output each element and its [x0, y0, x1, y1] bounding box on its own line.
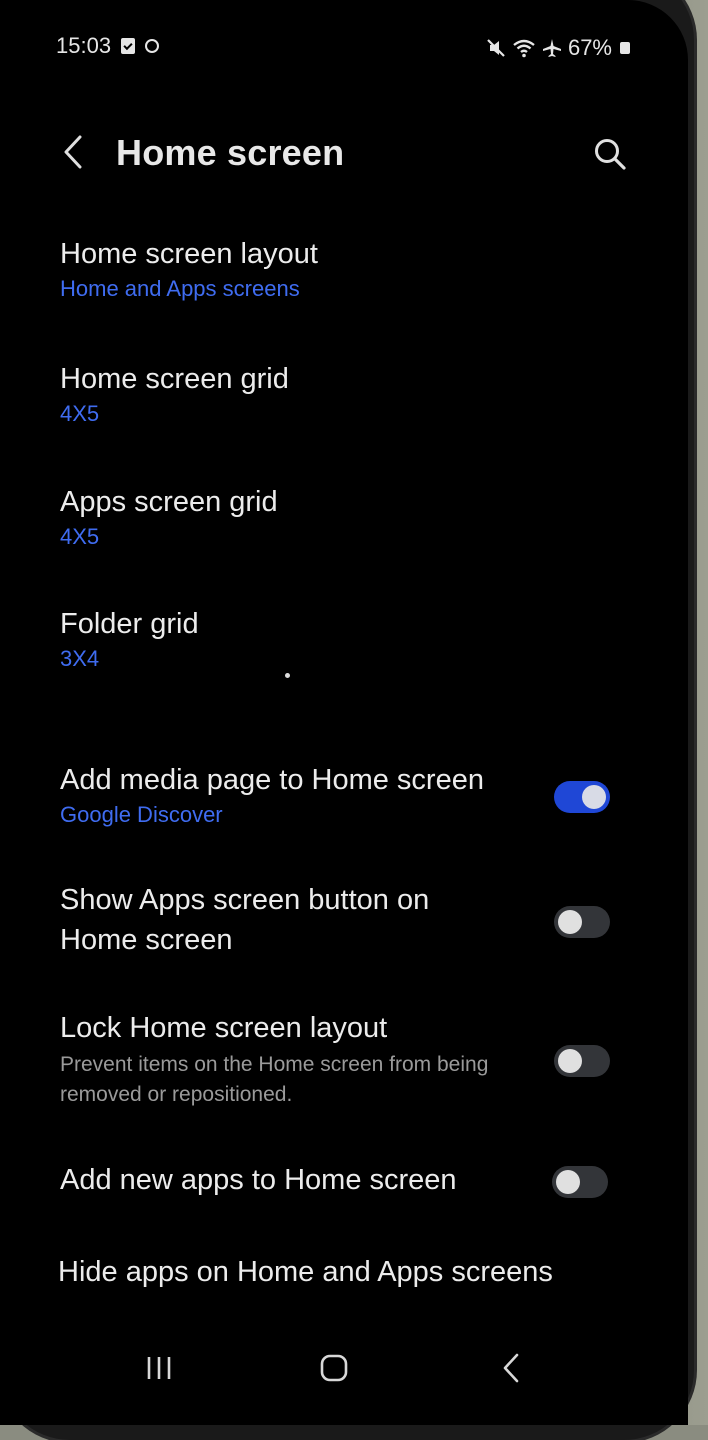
calendar-check-icon	[121, 38, 136, 54]
setting-add-media-page[interactable]: Add media page to Home screen Google Dis…	[60, 760, 508, 830]
recents-button[interactable]	[134, 1348, 184, 1388]
setting-title: Home screen layout	[60, 238, 318, 270]
toggle-knob	[582, 785, 606, 809]
setting-title: Home screen grid	[60, 363, 289, 395]
home-button[interactable]	[309, 1348, 359, 1388]
setting-apps-screen-grid[interactable]: Apps screen grid 4X5	[60, 482, 618, 552]
setting-value: 3X4	[60, 646, 100, 671]
back-icon	[503, 1353, 519, 1383]
setting-lock-layout[interactable]: Lock Home screen layout Prevent items on…	[60, 1008, 508, 1110]
setting-show-apps-button[interactable]: Show Apps screen button on Home screen	[60, 880, 488, 960]
setting-value: 4X5	[60, 524, 100, 549]
back-button[interactable]	[58, 132, 88, 172]
setting-add-new-apps[interactable]: Add new apps to Home screen	[60, 1160, 508, 1200]
setting-value: Home and Apps screens	[60, 276, 300, 301]
setting-value: Google Discover	[60, 802, 223, 827]
add-media-page-toggle[interactable]	[554, 781, 610, 813]
status-right: 67%	[486, 35, 630, 61]
setting-title: Hide apps on Home and Apps screens	[58, 1256, 553, 1288]
search-button[interactable]	[590, 134, 630, 174]
setting-description: Prevent items on the Home screen from be…	[60, 1053, 489, 1106]
battery-icon	[620, 42, 630, 54]
status-left: 15:03	[56, 33, 160, 59]
chevron-left-icon	[64, 135, 82, 169]
setting-title: Add media page to Home screen	[60, 764, 484, 796]
setting-title: Lock Home screen layout	[60, 1012, 388, 1044]
status-time: 15:03	[56, 33, 112, 58]
setting-home-screen-layout[interactable]: Home screen layout Home and Apps screens	[60, 234, 618, 304]
battery-percent: 67%	[567, 35, 612, 60]
settings-screen: 15:03 67% Home screen Home screen layout…	[0, 0, 688, 1425]
nav-back-button[interactable]	[486, 1348, 536, 1388]
setting-title: Apps screen grid	[60, 486, 278, 518]
toggle-knob	[558, 1049, 582, 1073]
add-new-apps-toggle[interactable]	[552, 1166, 608, 1198]
home-icon	[320, 1354, 348, 1382]
wifi-icon	[513, 39, 535, 58]
setting-title: Folder grid	[60, 608, 199, 640]
screen-speck	[285, 673, 290, 678]
page-title: Home screen	[116, 132, 345, 173]
search-icon	[595, 139, 626, 170]
setting-hide-apps[interactable]: Hide apps on Home and Apps screens	[58, 1252, 648, 1292]
navigation-bar	[0, 1330, 688, 1400]
setting-home-screen-grid[interactable]: Home screen grid 4X5	[60, 359, 618, 429]
recents-icon	[147, 1357, 171, 1379]
app-header: Home screen	[0, 120, 688, 190]
setting-value: 4X5	[60, 401, 100, 426]
lock-layout-toggle[interactable]	[554, 1045, 610, 1077]
airplane-icon	[542, 39, 561, 57]
setting-title: Show Apps screen button on Home screen	[60, 884, 430, 956]
status-bar: 15:03 67%	[56, 33, 630, 63]
show-apps-button-toggle[interactable]	[554, 906, 610, 938]
setting-folder-grid[interactable]: Folder grid 3X4	[60, 604, 618, 674]
setting-title: Add new apps to Home screen	[60, 1164, 457, 1196]
toggle-knob	[556, 1170, 580, 1194]
toggle-knob	[558, 910, 582, 934]
mute-icon	[487, 39, 505, 57]
notification-dot-icon	[145, 39, 160, 53]
